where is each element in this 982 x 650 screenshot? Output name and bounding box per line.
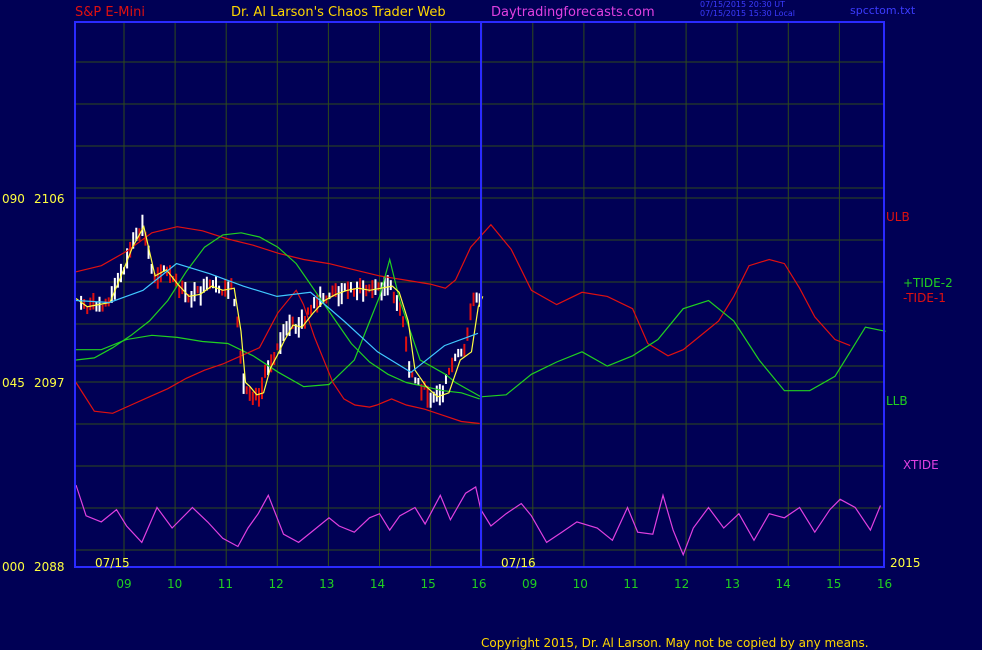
x-tick-label: 10 bbox=[573, 577, 588, 591]
xtide-layer bbox=[75, 484, 882, 557]
ulb-line bbox=[75, 223, 851, 357]
year-label: 2015 bbox=[890, 556, 921, 570]
xtide-line bbox=[75, 484, 882, 557]
left-axis-label: 000 bbox=[2, 560, 25, 574]
x-tick-label: 13 bbox=[725, 577, 740, 591]
left-axis-label: 090 bbox=[2, 192, 25, 206]
x-tick-label: 13 bbox=[319, 577, 334, 591]
line-label: -TIDE-1 bbox=[903, 291, 946, 305]
date-label: 07/15 bbox=[95, 556, 130, 570]
x-tick-label: 14 bbox=[370, 577, 385, 591]
y-tick-label: 2106 bbox=[34, 192, 65, 206]
x-tick-label: 15 bbox=[826, 577, 841, 591]
x-tick-label: 11 bbox=[218, 577, 233, 591]
line-label: ULB bbox=[886, 210, 910, 224]
price-bars bbox=[80, 214, 481, 408]
x-tick-label: 16 bbox=[877, 577, 892, 591]
y-tick-label: 2088 bbox=[34, 560, 65, 574]
copyright-notice: Copyright 2015, Dr. Al Larson. May not b… bbox=[481, 636, 869, 650]
x-tick-label: 12 bbox=[268, 577, 283, 591]
x-tick-label: 09 bbox=[522, 577, 537, 591]
x-tick-label: 15 bbox=[421, 577, 436, 591]
y-tick-label: 2097 bbox=[34, 376, 65, 390]
left-axis-label: 045 bbox=[2, 376, 25, 390]
line-label: XTIDE bbox=[903, 458, 939, 472]
x-tick-label: 11 bbox=[623, 577, 638, 591]
x-tick-label: 09 bbox=[116, 577, 131, 591]
chart-labels: 090 2106 045 2097 000 2088 09 10 11 12 13 14 15 16 09 1… bbox=[2, 192, 953, 591]
chaos-chart: 090 2106 045 2097 000 2088 09 10 11 12 13 14 15 16 09 1… bbox=[2, 21, 953, 591]
x-tick-label: 14 bbox=[775, 577, 790, 591]
line-label: +TIDE-2 bbox=[903, 276, 953, 290]
x-tick-label: 12 bbox=[674, 577, 689, 591]
x-tick-label: 10 bbox=[167, 577, 182, 591]
date-label: 07/16 bbox=[501, 556, 536, 570]
llb-line bbox=[75, 232, 480, 400]
line-label: LLB bbox=[886, 394, 908, 408]
x-tick-label: 16 bbox=[471, 577, 486, 591]
